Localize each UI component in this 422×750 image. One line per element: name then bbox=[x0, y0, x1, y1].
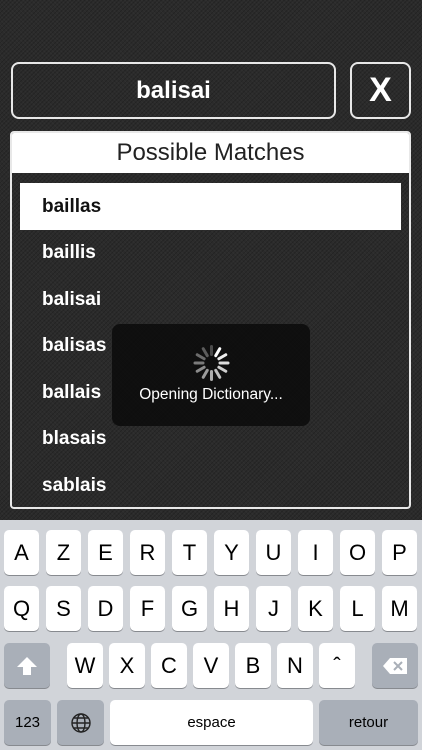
key-c[interactable]: C bbox=[151, 643, 187, 688]
key-f[interactable]: F bbox=[130, 586, 165, 631]
clear-button[interactable]: X bbox=[350, 62, 411, 119]
loading-label: Opening Dictionary... bbox=[139, 386, 283, 403]
match-item[interactable]: balisai bbox=[20, 277, 401, 324]
match-item[interactable]: baillis bbox=[20, 230, 401, 277]
loading-overlay: Opening Dictionary... bbox=[112, 324, 310, 426]
return-key[interactable]: retour bbox=[319, 700, 418, 745]
globe-key[interactable] bbox=[57, 700, 104, 745]
search-query: balisai bbox=[136, 76, 211, 104]
key-h[interactable]: H bbox=[214, 586, 249, 631]
key-b[interactable]: B bbox=[235, 643, 271, 688]
key-y[interactable]: Y bbox=[214, 530, 249, 575]
search-field[interactable]: balisai bbox=[11, 62, 336, 119]
key-z[interactable]: Z bbox=[46, 530, 81, 575]
space-key[interactable]: espace bbox=[110, 700, 313, 745]
key-r[interactable]: R bbox=[130, 530, 165, 575]
spinner-spoke bbox=[210, 345, 213, 356]
matches-panel: Possible Matches baillas baillis balisai… bbox=[10, 131, 411, 509]
key-q[interactable]: Q bbox=[4, 586, 39, 631]
key-m[interactable]: M bbox=[382, 586, 417, 631]
backspace-key[interactable] bbox=[372, 643, 418, 688]
key-u[interactable]: U bbox=[256, 530, 291, 575]
keyboard: AZERTYUIOP QSDFGHJKLM WXCVBNˆ 123 espace… bbox=[0, 520, 422, 750]
match-item[interactable]: baillas bbox=[20, 183, 401, 230]
key-s[interactable]: S bbox=[46, 586, 81, 631]
key-j[interactable]: J bbox=[256, 586, 291, 631]
key-a[interactable]: A bbox=[4, 530, 39, 575]
spinner-spoke bbox=[193, 361, 205, 365]
key-v[interactable]: V bbox=[193, 643, 229, 688]
key-k[interactable]: K bbox=[298, 586, 333, 631]
shift-icon bbox=[17, 656, 37, 675]
key-t[interactable]: T bbox=[172, 530, 207, 575]
key-n[interactable]: N bbox=[277, 643, 313, 688]
key-x[interactable]: X bbox=[109, 643, 145, 688]
globe-icon bbox=[70, 712, 91, 733]
spinner-spoke bbox=[210, 370, 213, 381]
backspace-icon bbox=[383, 657, 407, 674]
key-d[interactable]: D bbox=[88, 586, 123, 631]
spinner-icon bbox=[193, 345, 230, 381]
shift-key[interactable] bbox=[4, 643, 50, 688]
numbers-key[interactable]: 123 bbox=[4, 700, 51, 745]
key-w[interactable]: W bbox=[67, 643, 103, 688]
key-l[interactable]: L bbox=[340, 586, 375, 631]
key-i[interactable]: I bbox=[298, 530, 333, 575]
matches-header: Possible Matches bbox=[12, 133, 409, 173]
key-circumflex[interactable]: ˆ bbox=[319, 643, 355, 688]
key-g[interactable]: G bbox=[172, 586, 207, 631]
key-e[interactable]: E bbox=[88, 530, 123, 575]
spinner-spoke bbox=[218, 361, 230, 365]
match-item[interactable]: sablais bbox=[20, 463, 401, 508]
key-o[interactable]: O bbox=[340, 530, 375, 575]
key-p[interactable]: P bbox=[382, 530, 417, 575]
